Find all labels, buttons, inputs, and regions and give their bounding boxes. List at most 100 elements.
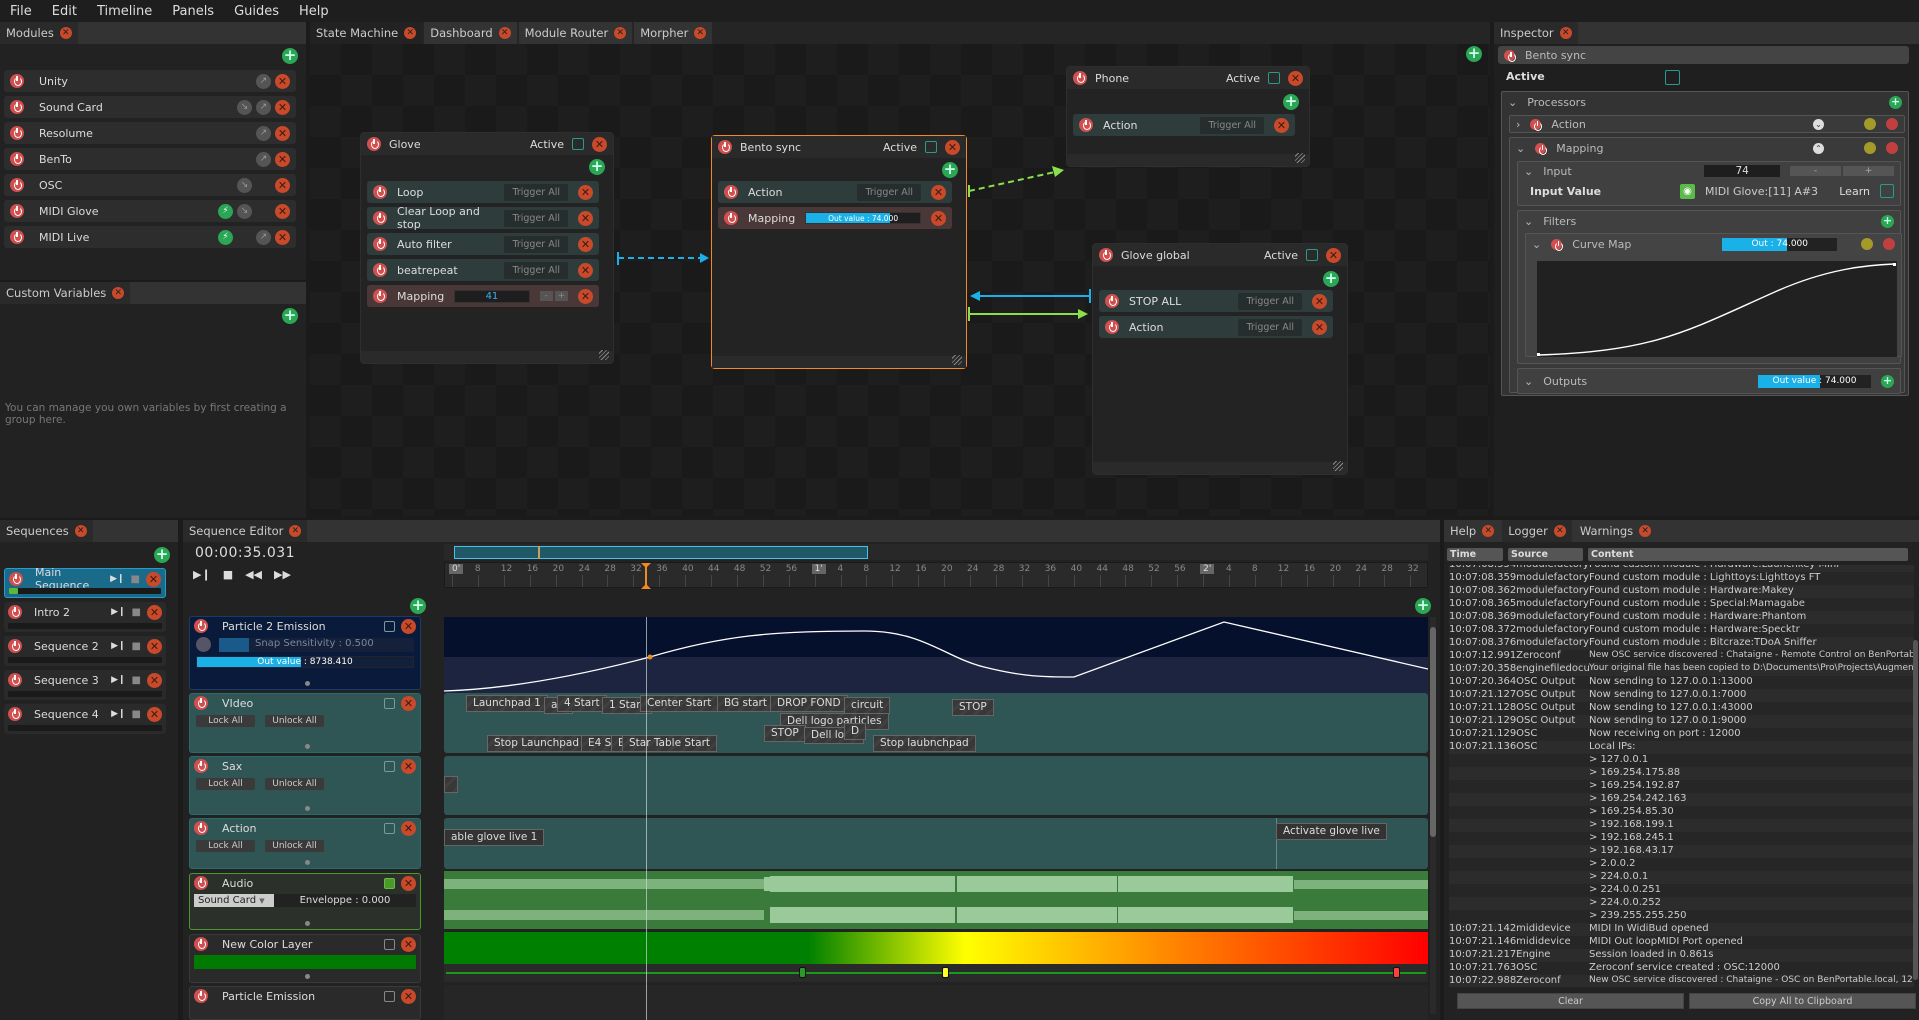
trigger-track-video[interactable]: Launchpad 1art4 Start1 StartCenter Start… [444,693,1428,753]
log-row[interactable]: > 192.168.43.17 [1449,845,1914,858]
action-row[interactable]: STOP ALL Trigger All ✕ [1099,290,1333,312]
chevron-down-icon[interactable]: ⌄ [1524,215,1533,228]
trigger-all-button[interactable]: Trigger All [857,183,921,201]
add-action-button[interactable]: + [942,162,958,178]
remove-icon[interactable] [1886,118,1898,130]
action-row[interactable]: Action Trigger All ✕ [718,181,952,203]
trigger[interactable]: Stop Launchpad [487,735,586,752]
power-icon[interactable] [8,605,22,619]
power-icon[interactable] [194,696,208,710]
trigger-track-sax[interactable] [444,756,1428,815]
collapse-icon[interactable]: ⌃ [1813,142,1824,154]
log-row[interactable]: 10:07:08.365modulefactory Found custom mo… [1449,598,1914,611]
trigger[interactable]: Launchpad 1 [466,695,548,712]
log-row[interactable]: > 169.254.85.30 [1449,806,1914,819]
remove-icon[interactable]: ✕ [401,820,416,836]
trigger[interactable]: circuit [844,697,891,714]
knob-icon[interactable] [196,637,211,652]
trigger[interactable]: Activate glove live [1276,823,1387,840]
log-row[interactable]: 10:07:20.364OSC Output Now sending to 127… [1449,676,1914,689]
log-row[interactable]: 10:07:20.358enginefiledocumentYour origi… [1449,663,1914,676]
power-icon[interactable] [373,263,387,277]
play-icon[interactable]: ▶❙ [111,675,125,685]
log-row[interactable]: > 224.0.0.1 [1449,871,1914,884]
remove-icon[interactable]: ✕ [1312,293,1327,309]
snap-sensitivity-slider[interactable]: Snap Sensitivity : 0.500 [219,637,414,652]
copy-all-button[interactable]: Copy All to Clipboard [1689,993,1916,1009]
tab-sequence-editor[interactable]: Sequence Editor ✕ [183,520,308,542]
log-row[interactable]: > 224.0.0.252 [1449,897,1914,910]
action-processor[interactable]: › Action ⌄ [1509,115,1905,133]
log-list[interactable]: 10:07:08.354modulefactoryFound custom mo… [1449,565,1914,987]
power-icon[interactable] [1079,118,1093,132]
resize-handle[interactable] [1295,153,1305,163]
color-key-yellow[interactable] [942,967,949,978]
remove-icon[interactable]: ✕ [147,638,162,654]
trigger-all-button[interactable]: Trigger All [1238,318,1302,336]
zoom-window[interactable] [454,546,868,559]
play-icon[interactable]: ▶❙ [111,709,125,719]
remove-icon[interactable] [1883,238,1895,250]
trigger[interactable]: DROP FOND [770,695,848,712]
log-row[interactable]: 10:07:22.988Zeroconf New OSC service disc… [1449,975,1914,987]
automation-curve[interactable] [444,617,1428,701]
transition-bento-to-globalaction[interactable] [968,307,1088,321]
power-icon[interactable] [8,639,22,653]
stop-icon[interactable]: ■ [132,641,141,652]
chevron-down-icon[interactable]: ⌄ [1516,142,1525,155]
remove-icon[interactable]: ✕ [1312,319,1327,335]
power-icon[interactable] [1073,71,1087,85]
tab-warnings[interactable]: Warnings ✕ [1573,520,1658,542]
solo-checkbox[interactable] [384,760,395,772]
stop-icon[interactable]: ■ [132,675,141,686]
log-row[interactable]: 10:07:08.362modulefactory Found custom mo… [1449,585,1914,598]
state-glove[interactable]: Glove Active ✕ + Loop Trigger All ✕ Clear Loo… [360,132,614,364]
log-row[interactable]: > 169.254.242.163 [1449,793,1914,806]
power-icon[interactable] [724,211,738,225]
chevron-down-icon[interactable]: ⌄ [1524,375,1533,388]
log-row[interactable]: 10:07:21.128OSC Output Now sending to 127… [1449,702,1914,715]
trigger[interactable]: Center Start [640,695,719,712]
remove-icon[interactable]: ✕ [1274,117,1289,133]
play-icon[interactable]: ▶❙ [110,574,124,584]
transition-bento-to-phone[interactable] [968,166,1064,197]
trigger-all-button[interactable]: Trigger All [1200,116,1264,134]
action-row[interactable]: beatrepeat Trigger All ✕ [367,259,599,281]
remove-icon[interactable]: ✕ [147,706,162,722]
decrement-button[interactable]: - [1789,166,1841,176]
tab-sequences[interactable]: Sequences ✕ [0,520,93,542]
input-source[interactable]: MIDI Glove:[11] A#3 [1705,185,1829,198]
remove-icon[interactable]: ✕ [401,618,416,634]
close-icon[interactable]: ✕ [1326,247,1341,263]
log-scrollbar[interactable] [1913,570,1918,980]
log-row[interactable]: > 224.0.0.251 [1449,884,1914,897]
log-row[interactable]: 10:07:12.991Zeroconf New OSC service disc… [1449,650,1914,663]
trigger-all-button[interactable]: Trigger All [1238,292,1302,310]
add-processor-button[interactable]: + [1889,95,1902,109]
add-icon[interactable] [1864,142,1876,154]
log-row[interactable]: > 239.255.255.250 [1449,910,1914,923]
sequence-item[interactable]: Main Sequence ▶❙ ■ ✕ [4,566,166,598]
rewind-icon[interactable]: ◀◀ [245,568,262,581]
log-row[interactable]: 10:07:21.136OSC Local IPs: [1449,741,1914,754]
stop-icon[interactable]: ■ [223,568,233,581]
layer-action[interactable]: Action ✕ Lock All Unlock All [189,818,421,869]
trigger-all-button[interactable]: Trigger All [504,183,568,201]
log-row[interactable]: 10:07:08.359modulefactory Found custom mo… [1449,572,1914,585]
trigger[interactable]: BG start [717,695,774,712]
log-row[interactable]: 10:07:21.127OSC Output Now sending to 127… [1449,689,1914,702]
state-glove-global[interactable]: Glove global Active ✕ + STOP ALL Trigger A… [1092,243,1348,475]
color-key-green[interactable] [799,967,806,978]
power-icon[interactable] [373,289,387,303]
action-row[interactable]: Loop Trigger All ✕ [367,181,599,203]
playhead-handle[interactable] [640,562,652,590]
color-key-red[interactable] [1393,967,1400,978]
curve-key-end[interactable] [1893,263,1896,266]
chevron-right-icon[interactable]: › [1516,118,1520,131]
log-row[interactable]: 10:07:21.146mididevice MIDI Out loopMIDI … [1449,936,1914,949]
remove-icon[interactable]: ✕ [401,875,416,891]
power-icon[interactable] [373,237,387,251]
unlock-all-button[interactable]: Unlock All [265,778,324,790]
power-icon[interactable] [1551,238,1564,251]
power-icon[interactable] [1504,49,1516,62]
